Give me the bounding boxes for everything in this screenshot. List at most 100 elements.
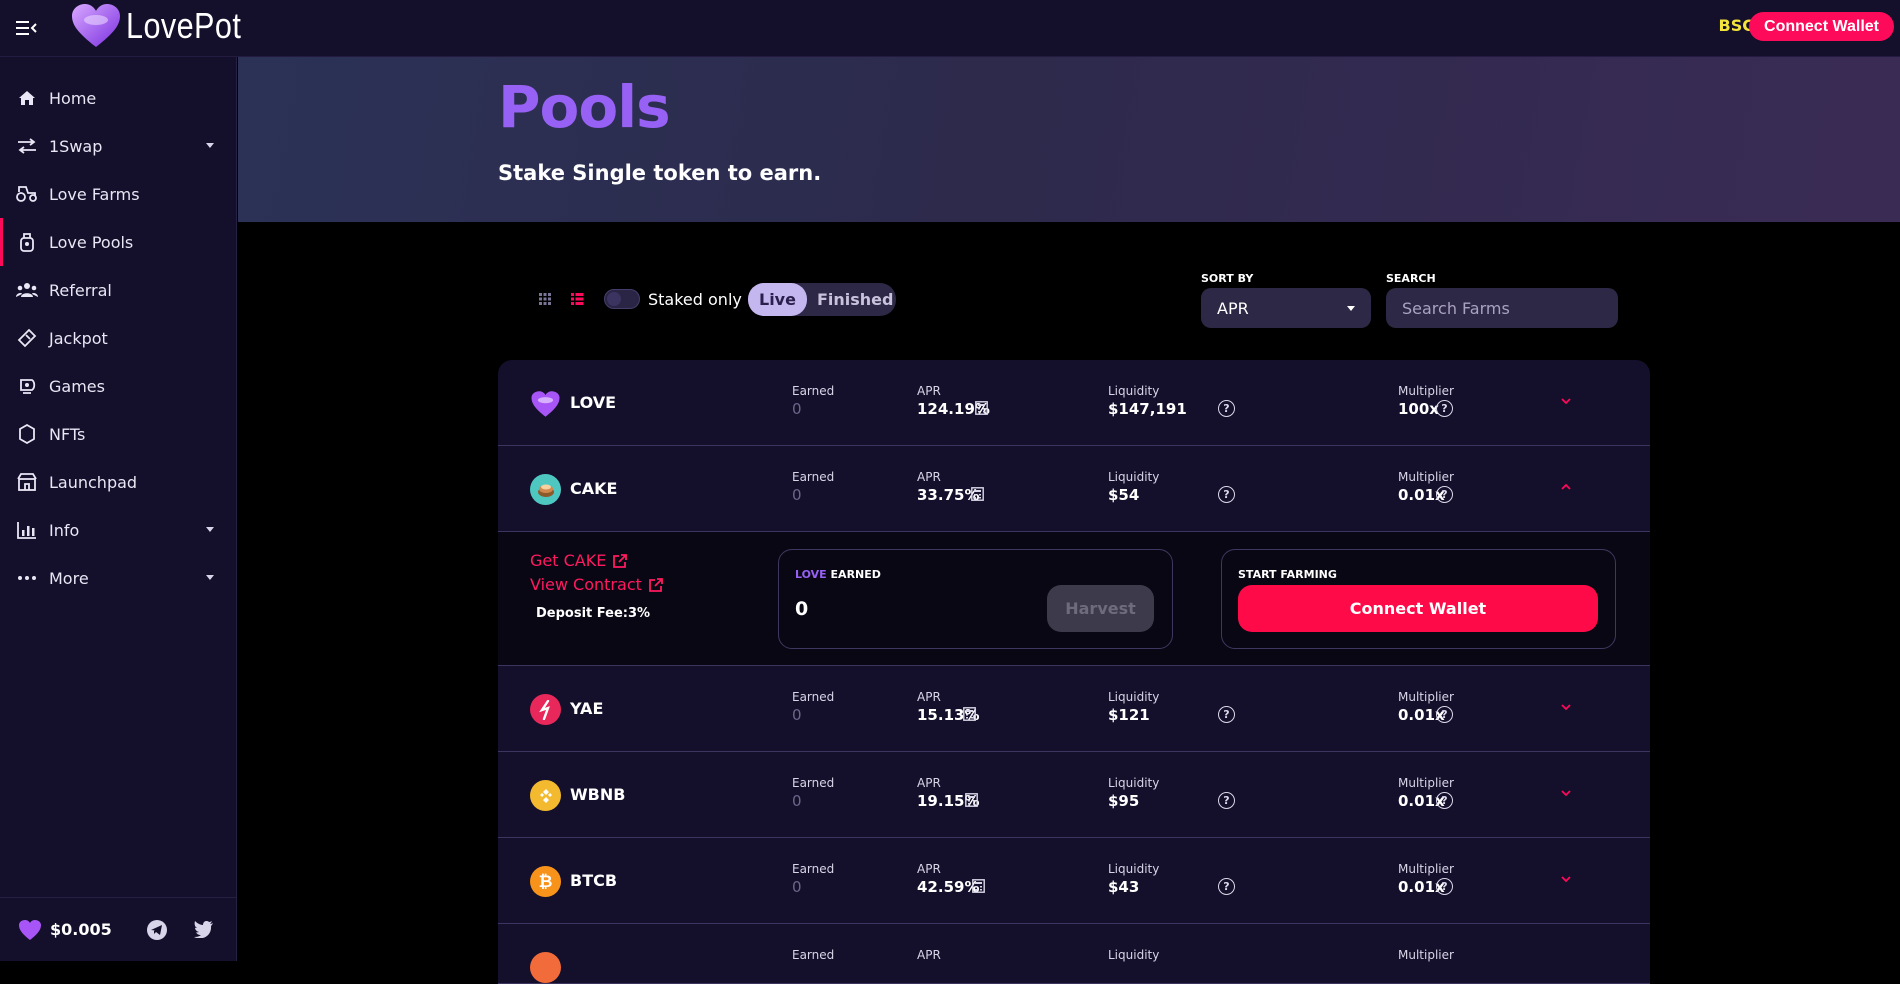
chevron-up-icon[interactable]	[1560, 482, 1572, 492]
sidebar-item-nfts[interactable]: NFTs	[0, 410, 236, 458]
multiplier-label: Multiplier	[1398, 948, 1454, 962]
calculator-icon[interactable]	[965, 793, 978, 807]
yae-token-icon	[530, 694, 561, 725]
sidebar-item-love-farms[interactable]: Love Farms	[0, 170, 236, 218]
help-icon[interactable]: ?	[1218, 792, 1235, 809]
multiplier-label: Multiplier	[1398, 690, 1454, 704]
wbnb-token-icon	[530, 780, 561, 811]
sidebar-item-info[interactable]: Info	[0, 506, 236, 554]
swap-icon	[16, 135, 38, 157]
earned-label: Earned	[792, 776, 835, 790]
liquidity-label: Liquidity	[1108, 862, 1160, 876]
telegram-icon[interactable]	[147, 920, 167, 940]
help-icon[interactable]: ?	[1218, 878, 1235, 895]
pool-row-wbnb[interactable]: WBNB Earned 0 APR 19.15% Liquidity $95 ?…	[498, 752, 1650, 838]
page-hero: Pools Stake Single token to earn.	[238, 57, 1900, 222]
chevron-down-icon[interactable]	[1560, 788, 1572, 798]
token-price[interactable]: $0.005	[18, 919, 112, 941]
calculator-icon[interactable]	[975, 401, 988, 415]
sidebar-item-games[interactable]: Games	[0, 362, 236, 410]
search-input[interactable]	[1386, 288, 1618, 328]
view-contract-label: View Contract	[530, 575, 642, 594]
pool-row-btcb[interactable]: ₿ BTCB Earned 0 APR 42.59% Liquidity $43…	[498, 838, 1650, 924]
sort-select[interactable]: APR	[1201, 288, 1371, 328]
sidebar-item-label: Info	[49, 520, 80, 540]
calculator-icon[interactable]	[972, 879, 985, 893]
get-cake-label: Get CAKE	[530, 551, 607, 570]
liquidity-label: Liquidity	[1108, 948, 1160, 962]
sidebar-item-label: Love Pools	[49, 232, 134, 252]
token-icon	[530, 952, 561, 983]
top-bar: LovePot BSC Connect Wallet	[0, 0, 1900, 57]
liquidity-value: $147,191	[1108, 400, 1187, 418]
calculator-icon[interactable]	[963, 707, 976, 721]
chevron-down-icon[interactable]	[1560, 702, 1572, 712]
help-icon[interactable]: ?	[1218, 486, 1235, 503]
tab-finished[interactable]: Finished	[807, 290, 904, 309]
help-icon[interactable]: ?	[1218, 400, 1235, 417]
earned-value: 0	[792, 706, 802, 724]
sidebar-item-1swap[interactable]: 1Swap	[0, 122, 236, 170]
connect-wallet-button[interactable]: Connect Wallet	[1238, 585, 1598, 632]
sidebar-item-home[interactable]: Home	[0, 74, 236, 122]
grid-view-icon[interactable]	[538, 292, 552, 306]
sidebar-item-jackpot[interactable]: Jackpot	[0, 314, 236, 362]
chevron-down-icon	[1347, 306, 1355, 311]
sidebar-item-label: More	[49, 568, 89, 588]
staked-only-toggle[interactable]	[604, 289, 640, 309]
heart-logo-icon	[72, 4, 120, 47]
help-icon[interactable]: ?	[1436, 792, 1453, 809]
home-icon	[16, 87, 38, 109]
sidebar-item-label: Games	[49, 376, 105, 396]
tab-live[interactable]: Live	[748, 283, 807, 316]
love-token-icon	[530, 388, 561, 419]
bitcoin-symbol: ₿	[538, 871, 553, 892]
earned-value: 0	[792, 400, 802, 418]
earned-label: Earned	[792, 862, 835, 876]
btcb-token-icon: ₿	[530, 866, 561, 897]
games-icon	[16, 375, 38, 397]
view-contract-link[interactable]: View Contract	[530, 575, 664, 594]
sidebar-item-launchpad[interactable]: Launchpad	[0, 458, 236, 506]
page-subtitle: Stake Single token to earn.	[498, 161, 822, 185]
chevron-down-icon[interactable]	[1560, 874, 1572, 884]
help-icon[interactable]: ?	[1436, 486, 1453, 503]
earned-title: LOVE EARNED	[795, 568, 881, 581]
get-cake-link[interactable]: Get CAKE	[530, 551, 628, 570]
pool-row-yae[interactable]: YAE Earned 0 APR 15.13% Liquidity $121 ?…	[498, 666, 1650, 752]
external-link-icon	[613, 553, 628, 568]
connect-wallet-button[interactable]: Connect Wallet	[1749, 12, 1894, 41]
token-name: LOVE	[570, 393, 617, 412]
sidebar-item-label: Home	[49, 88, 97, 108]
harvest-button[interactable]: Harvest	[1047, 585, 1154, 632]
help-icon[interactable]: ?	[1436, 706, 1453, 723]
page-title: Pools	[498, 73, 671, 141]
pool-row-love[interactable]: LOVE Earned 0 APR 124.19% Liquidity $147…	[498, 360, 1650, 446]
token-name: BTCB	[570, 871, 618, 890]
apr-value: 42.59%	[917, 878, 980, 896]
token-name: WBNB	[570, 785, 626, 804]
pool-row-partial[interactable]: Earned APR Liquidity Multiplier	[498, 924, 1650, 984]
sidebar-footer: $0.005	[0, 897, 236, 961]
list-view-icon[interactable]	[570, 292, 584, 306]
sidebar-item-more[interactable]: More	[0, 554, 236, 602]
sidebar-item-referral[interactable]: Referral	[0, 266, 236, 314]
twitter-icon[interactable]	[194, 920, 214, 938]
earned-label: Earned	[792, 948, 835, 962]
sort-value: APR	[1217, 298, 1249, 318]
chevron-down-icon	[206, 527, 214, 532]
calculator-icon[interactable]	[971, 487, 984, 501]
chevron-down-icon[interactable]	[1560, 396, 1572, 406]
liquidity-label: Liquidity	[1108, 690, 1160, 704]
brand-logo[interactable]: LovePot	[70, 3, 262, 49]
help-icon[interactable]: ?	[1218, 706, 1235, 723]
help-icon[interactable]: ?	[1436, 878, 1453, 895]
sidebar-item-label: Launchpad	[49, 472, 138, 492]
liquidity-label: Liquidity	[1108, 776, 1160, 790]
multiplier-label: Multiplier	[1398, 384, 1454, 398]
pool-row-cake[interactable]: CAKE Earned 0 APR 33.75% Liquidity $54 ?…	[498, 446, 1650, 532]
help-icon[interactable]: ?	[1436, 400, 1453, 417]
pool-list: LOVE Earned 0 APR 124.19% Liquidity $147…	[498, 360, 1650, 984]
sidebar-item-love-pools[interactable]: Love Pools	[0, 218, 236, 266]
menu-collapse-icon[interactable]	[16, 18, 38, 38]
